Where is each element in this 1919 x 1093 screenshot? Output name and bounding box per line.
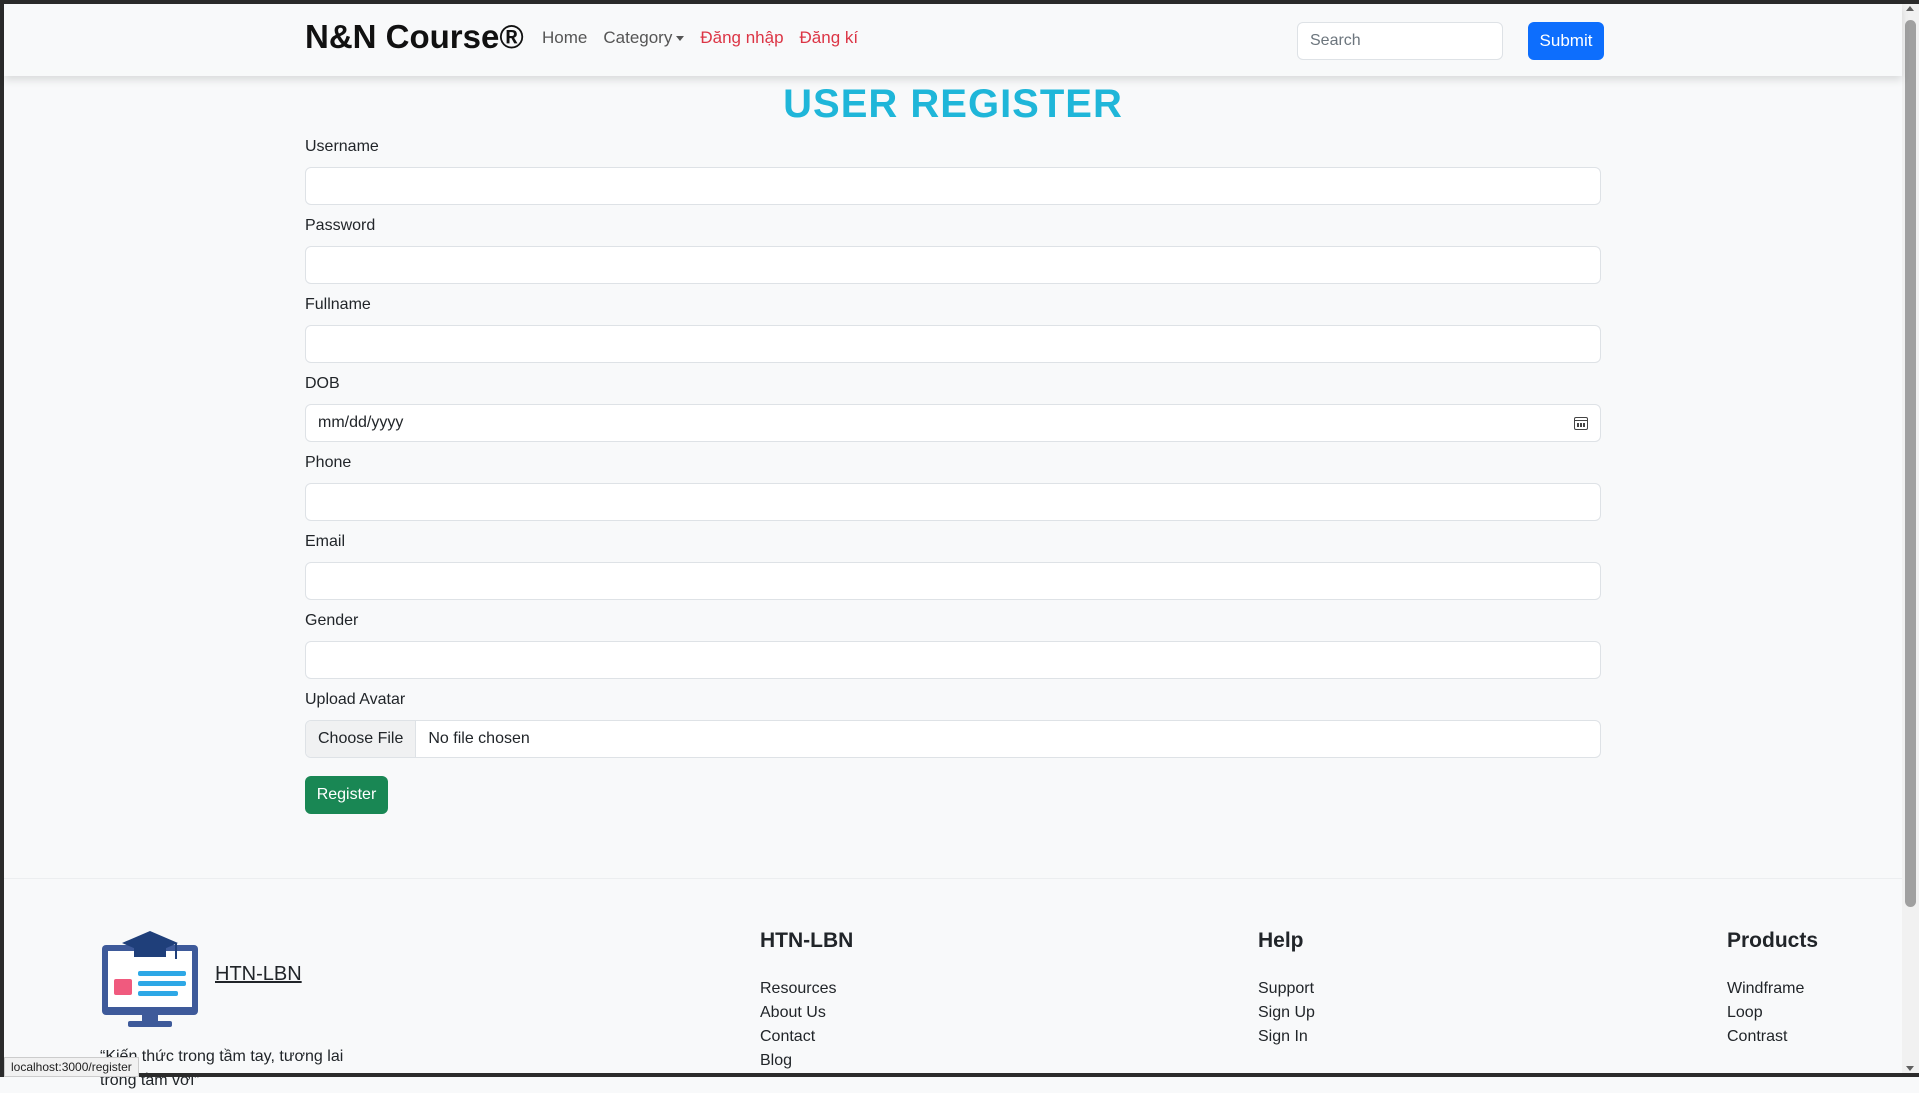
scroll-down-arrow-icon[interactable]	[1906, 1066, 1914, 1071]
footer-column-products: Products Windframe Loop Contrast	[1727, 929, 1818, 1049]
username-label: Username	[305, 138, 379, 155]
fullname-input[interactable]	[305, 325, 1601, 363]
phone-input[interactable]	[305, 483, 1601, 521]
nav-login[interactable]: Đăng nhập	[700, 28, 783, 48]
register-form: Username Password Fullname DOB mm/dd/yyy…	[305, 138, 1601, 814]
footer-column-help: Help Support Sign Up Sign In	[1258, 929, 1315, 1049]
file-status: No file chosen	[428, 730, 530, 747]
choose-file-button[interactable]: Choose File	[306, 721, 417, 757]
fullname-label: Fullname	[305, 296, 371, 313]
nav-register[interactable]: Đăng kí	[800, 28, 859, 48]
footer-link-about-us[interactable]: About Us	[760, 1001, 853, 1025]
nav-category-label: Category	[603, 28, 673, 47]
footer: HTN-LBN “Kiến thức trong tầm tay, tương …	[4, 878, 1902, 1089]
search-input[interactable]	[1297, 22, 1503, 60]
footer-column-title: Help	[1258, 929, 1304, 952]
nav-category-dropdown[interactable]: Category	[603, 28, 685, 48]
footer-link-sign-up[interactable]: Sign Up	[1258, 1001, 1315, 1025]
footer-link-contrast[interactable]: Contrast	[1727, 1025, 1818, 1049]
footer-link-windframe[interactable]: Windframe	[1727, 977, 1818, 1001]
password-label: Password	[305, 217, 376, 234]
footer-logo-link[interactable]: HTN-LBN	[215, 963, 302, 986]
username-input[interactable]	[305, 167, 1601, 205]
footer-link-support[interactable]: Support	[1258, 977, 1315, 1001]
status-url-tooltip: localhost:3000/register	[4, 1057, 139, 1077]
nav-home[interactable]: Home	[542, 28, 587, 48]
footer-link-resources[interactable]: Resources	[760, 977, 853, 1001]
footer-link-contact[interactable]: Contact	[760, 1025, 853, 1049]
dob-input[interactable]: mm/dd/yyyy	[305, 404, 1601, 442]
footer-link-sign-in[interactable]: Sign In	[1258, 1025, 1315, 1049]
avatar-file-input[interactable]: Choose File No file chosen	[305, 720, 1601, 758]
footer-tagline: “Kiến thức trong tầm tay, tương lai tron…	[100, 1048, 344, 1089]
footer-column-htn-lbn: HTN-LBN Resources About Us Contact Blog	[760, 929, 853, 1073]
avatar-label: Upload Avatar	[305, 691, 406, 708]
footer-column-title: HTN-LBN	[760, 929, 854, 952]
calendar-icon[interactable]	[1574, 416, 1588, 430]
dob-placeholder: mm/dd/yyyy	[318, 414, 404, 431]
nav-links: Home Category Đăng nhập Đăng kí	[542, 28, 858, 48]
gender-label: Gender	[305, 612, 359, 629]
footer-link-blog[interactable]: Blog	[760, 1049, 853, 1073]
password-input[interactable]	[305, 246, 1601, 284]
scroll-up-arrow-icon[interactable]	[1906, 6, 1914, 11]
phone-label: Phone	[305, 454, 352, 471]
page-scrollbar[interactable]	[1902, 0, 1919, 1077]
page-title: USER REGISTER	[783, 82, 1123, 126]
navbar: N&N Course® Home Category Đăng nhập Đăng…	[4, 4, 1902, 76]
scrollbar-thumb[interactable]	[1905, 20, 1916, 907]
dob-label: DOB	[305, 375, 340, 392]
chevron-down-icon	[676, 36, 685, 42]
footer-link-loop[interactable]: Loop	[1727, 1001, 1818, 1025]
monitor-graduation-cap-icon	[102, 931, 198, 1027]
email-label: Email	[305, 533, 346, 550]
search-submit-button[interactable]: Submit	[1528, 22, 1604, 60]
gender-input[interactable]	[305, 641, 1601, 679]
footer-column-title: Products	[1727, 929, 1819, 952]
email-input[interactable]	[305, 562, 1601, 600]
brand-logo[interactable]: N&N Course®	[305, 18, 524, 56]
register-button[interactable]: Register	[305, 776, 388, 814]
